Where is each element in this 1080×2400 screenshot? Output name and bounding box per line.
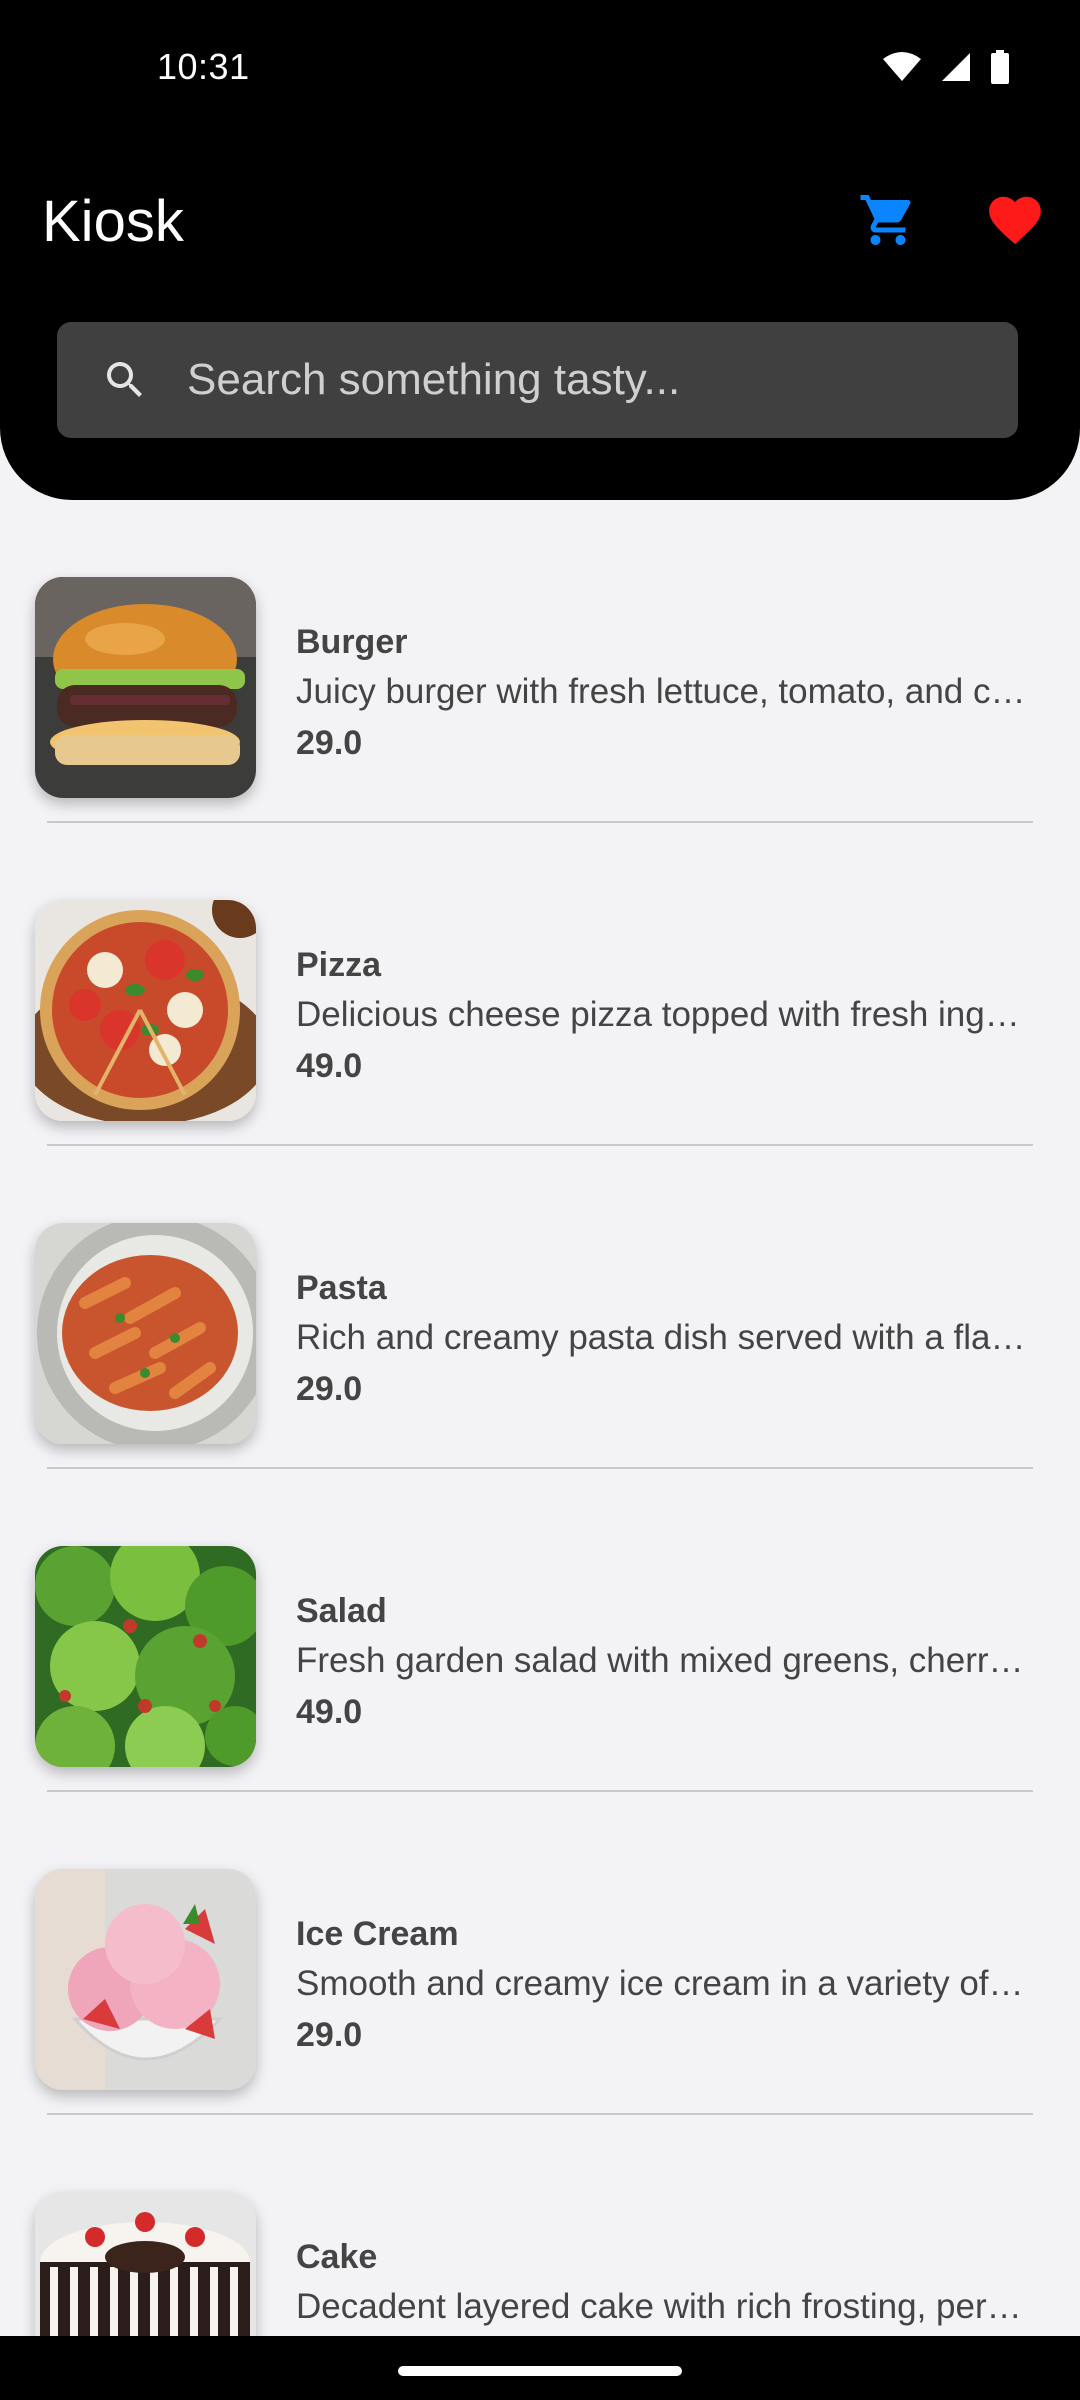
- app-bar: Kiosk: [0, 160, 1080, 280]
- item-name: Cake: [296, 2238, 378, 2276]
- list-item-salad[interactable]: Salad Fresh garden salad with mixed gree…: [0, 1469, 1080, 1792]
- item-text: Pizza Delicious cheese pizza topped with…: [296, 941, 1056, 1091]
- burger-image: [35, 577, 256, 798]
- search-input[interactable]: [187, 322, 987, 438]
- item-description: Juicy burger with fresh lettuce, tomato,…: [296, 672, 1026, 711]
- item-price: 49.0: [296, 1047, 363, 1085]
- item-description: Smooth and creamy ice cream in a variety…: [296, 1964, 1024, 2003]
- item-price: 29.0: [296, 1370, 363, 1408]
- cart-button[interactable]: [848, 180, 928, 260]
- item-name: Pizza: [296, 946, 382, 984]
- status-icons: [882, 50, 1010, 84]
- salad-image: [35, 1546, 256, 1767]
- menu-list: Burger Juicy burger with fresh lettuce, …: [0, 500, 1080, 2400]
- item-text: Salad Fresh garden salad with mixed gree…: [296, 1587, 1056, 1737]
- list-item-ice-cream[interactable]: Ice Cream Smooth and creamy ice cream in…: [0, 1792, 1080, 2115]
- search-bar[interactable]: [57, 322, 1018, 438]
- system-navigation-bar: [0, 2336, 1080, 2400]
- item-description: Delicious cheese pizza topped with fresh…: [296, 995, 1020, 1034]
- item-name: Burger: [296, 623, 408, 661]
- item-text: Burger Juicy burger with fresh lettuce, …: [296, 618, 1056, 768]
- item-text: Pasta Rich and creamy pasta dish served …: [296, 1264, 1056, 1414]
- app-title: Kiosk: [42, 189, 184, 254]
- header: 10:31 Kiosk: [0, 0, 1080, 500]
- item-name: Ice Cream: [296, 1915, 459, 1953]
- screen: 10:31 Kiosk Search something tasty... Bu…: [0, 0, 1080, 2400]
- list-item-burger[interactable]: Burger Juicy burger with fresh lettuce, …: [0, 500, 1080, 823]
- item-description: Decadent layered cake with rich frosting…: [296, 2287, 1022, 2326]
- item-price: 29.0: [296, 2016, 363, 2054]
- item-description: Rich and creamy pasta dish served with a…: [296, 1318, 1026, 1357]
- list-item-pizza[interactable]: Pizza Delicious cheese pizza topped with…: [0, 823, 1080, 1146]
- item-price: 29.0: [296, 724, 363, 762]
- status-bar: 10:31: [0, 0, 1080, 140]
- cart-icon: [860, 195, 911, 245]
- wifi-icon: [883, 52, 921, 81]
- item-description: Fresh garden salad with mixed greens, ch…: [296, 1641, 1024, 1680]
- pizza-image: [35, 900, 256, 1121]
- battery-icon: [991, 50, 1009, 84]
- search-icon: [107, 362, 142, 397]
- home-indicator[interactable]: [398, 2366, 682, 2376]
- heart-icon: [989, 196, 1041, 245]
- favorites-button[interactable]: [975, 180, 1055, 260]
- pasta-image: [35, 1223, 256, 1444]
- item-name: Salad: [296, 1592, 387, 1630]
- item-text: Ice Cream Smooth and creamy ice cream in…: [296, 1910, 1056, 2060]
- ice-cream-image: [35, 1869, 256, 2090]
- status-time: 10:31: [157, 46, 250, 87]
- cellular-signal-icon: [942, 53, 970, 81]
- item-name: Pasta: [296, 1269, 387, 1307]
- list-item-pasta[interactable]: Pasta Rich and creamy pasta dish served …: [0, 1146, 1080, 1469]
- item-price: 49.0: [296, 1693, 363, 1731]
